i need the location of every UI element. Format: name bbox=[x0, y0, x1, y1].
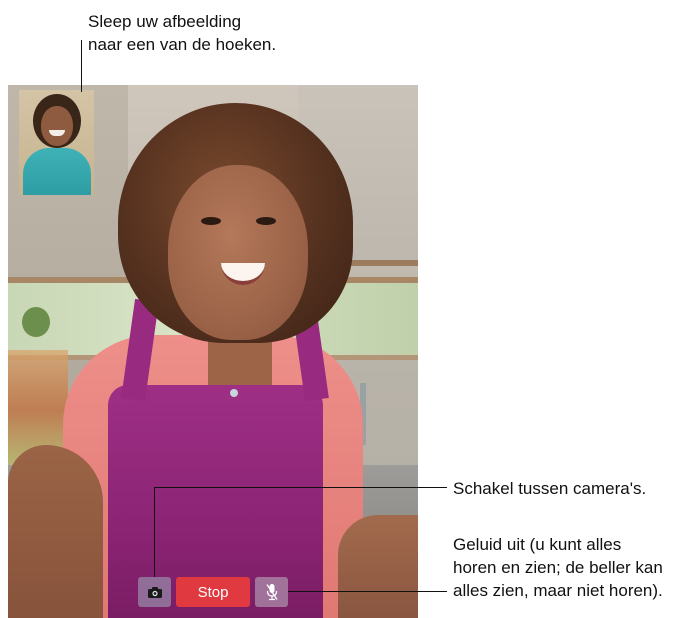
drag-callout-line-2: naar een van de hoeken. bbox=[88, 35, 277, 54]
mute-callout-line-3: alles zien, maar niet horen). bbox=[453, 581, 663, 600]
switch-camera-leader-horizontal bbox=[154, 487, 447, 488]
switch-camera-button[interactable] bbox=[138, 577, 171, 607]
self-view-thumbnail[interactable] bbox=[19, 90, 94, 195]
switch-camera-leader-vertical bbox=[154, 487, 155, 577]
camera-switch-icon bbox=[147, 586, 163, 599]
drag-callout-leader bbox=[81, 40, 82, 92]
mute-button[interactable] bbox=[255, 577, 288, 607]
mute-callout-line-1: Geluid uit (u kunt alles bbox=[453, 535, 622, 554]
stop-button[interactable]: Stop bbox=[176, 577, 250, 607]
mute-leader bbox=[288, 591, 447, 592]
microphone-mute-icon bbox=[265, 583, 278, 601]
drag-picture-callout: Sleep uw afbeelding naar een van de hoek… bbox=[88, 10, 276, 56]
mute-callout: Geluid uit (u kunt alles horen en zien; … bbox=[453, 533, 663, 602]
drag-callout-line-1: Sleep uw afbeelding bbox=[88, 12, 242, 31]
switch-camera-callout: Schakel tussen camera's. bbox=[453, 479, 647, 498]
mute-callout-line-2: horen en zien; de beller kan bbox=[453, 558, 663, 577]
facetime-illustration: Sleep uw afbeelding naar een van de hoek… bbox=[0, 0, 699, 618]
